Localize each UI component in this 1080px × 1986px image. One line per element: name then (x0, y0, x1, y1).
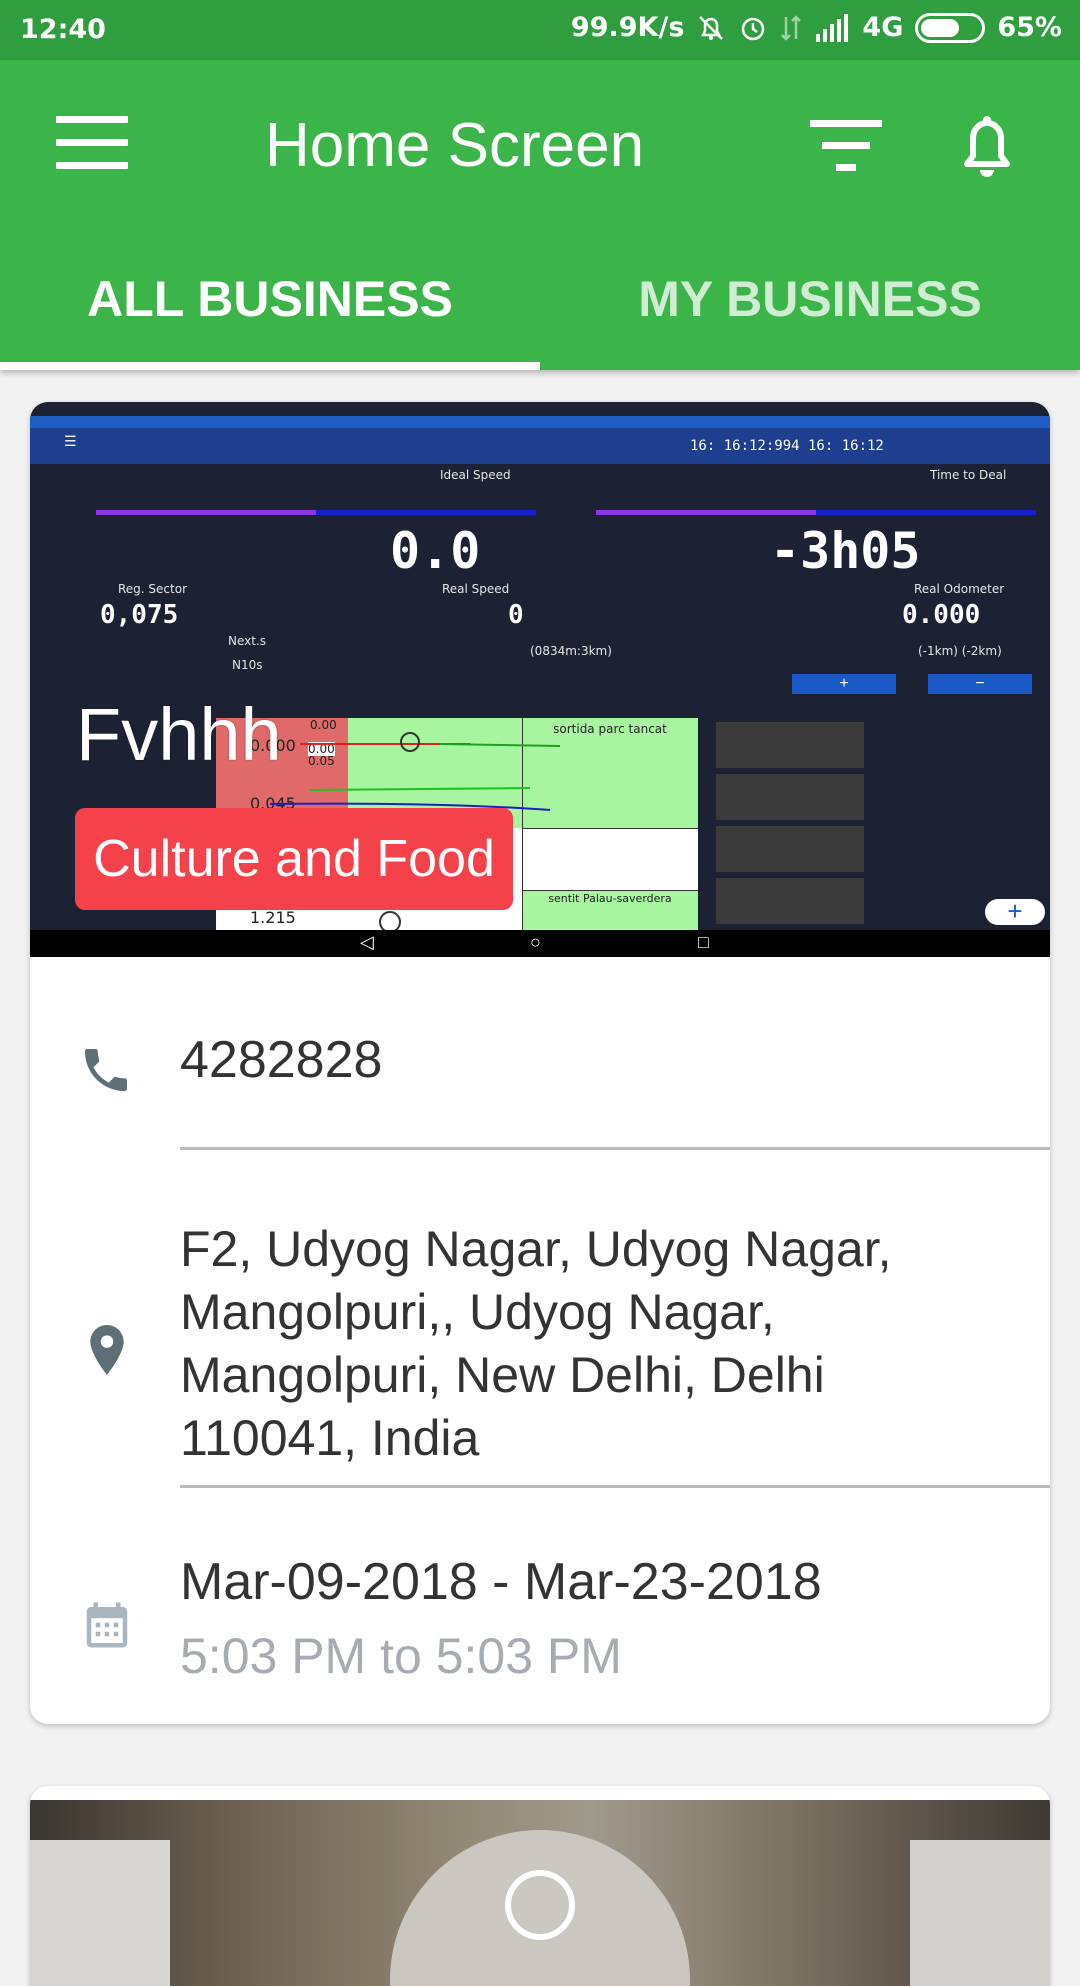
hero-next-label: Next.s (228, 634, 267, 648)
business-card[interactable]: ☰ 16: 16:12:994 16: 16:12 Ideal Speed Ti… (30, 402, 1050, 1724)
status-bar: 12:40 99.9K/s 4G 65% (0, 0, 1080, 60)
menu-icon[interactable] (56, 116, 132, 172)
hero-plus-round: + (985, 898, 1045, 925)
phone-icon (78, 1042, 134, 1103)
hero-time-to-deal-value: -3h05 (770, 522, 921, 580)
hero-bar (96, 510, 316, 515)
battery-percent: 65% (997, 12, 1062, 43)
category-badge: Culture and Food (75, 808, 513, 910)
hero-bike-thumb (716, 774, 864, 820)
hero-real-odometer-label: Real Odometer (914, 582, 1005, 596)
alarm-icon (738, 13, 768, 43)
event-date-range: Mar-09-2018 - Mar-23-2018 (180, 1553, 822, 1611)
status-icons: 99.9K/s 4G 65% (571, 12, 1062, 43)
business-name: Fvhhh (76, 693, 282, 776)
hero-reg-sector-label: Reg. Sector (118, 582, 188, 596)
hero-real-speed-value: 0 (508, 600, 524, 630)
phone-number[interactable]: 4282828 (180, 1030, 382, 1090)
hero-real-speed-label: Real Speed (442, 582, 510, 596)
network-type: 4G (862, 12, 904, 43)
hero-plus-button: + (792, 674, 896, 694)
hero-n10s-label: N10s (232, 658, 263, 672)
tab-indicator (0, 362, 540, 370)
hero-bar (816, 510, 1036, 515)
filter-icon[interactable] (808, 118, 884, 179)
network-speed: 99.9K/s (570, 12, 685, 43)
hero-ideal-speed-value: 0.0 (390, 522, 481, 580)
image-detail (505, 1870, 575, 1940)
image-detail (910, 1840, 1050, 1986)
divider (180, 1147, 1050, 1150)
event-time-range: 5:03 PM to 5:03 PM (180, 1628, 622, 1684)
page-title: Home Screen (265, 111, 645, 180)
hero-toolbar: ☰ 16: 16:12:994 16: 16:12 (30, 428, 1050, 464)
hero-range-center: (0834m:3km) (530, 644, 612, 658)
business-address[interactable]: F2, Udyog Nagar, Udyog Nagar, Mangolpuri… (180, 1218, 1000, 1470)
business-image (30, 1800, 1050, 1986)
bell-icon[interactable] (955, 110, 1019, 187)
hero-bar (316, 510, 536, 515)
hero-minus-button: − (928, 674, 1032, 694)
hero-bike-thumb (716, 826, 864, 872)
hero-navbar: ◁ ○ □ (30, 930, 1050, 957)
hero-ideal-speed-label: Ideal Speed (440, 468, 511, 482)
status-time: 12:40 (20, 14, 106, 45)
hero-bike-thumb (716, 722, 864, 768)
business-card[interactable] (30, 1786, 1050, 1986)
hero-time-to-deal-label: Time to Deal (930, 468, 1007, 482)
location-pin-icon (82, 1322, 132, 1383)
battery-fill (921, 18, 960, 37)
hero-range-right: (-1km) (-2km) (918, 644, 1002, 658)
hero-bike-thumb (716, 878, 864, 924)
data-arrows-icon (780, 13, 802, 43)
app-bar: Home Screen ALL BUSINESS MY BUSINESS (0, 60, 1080, 370)
hero-reg-sector-value: 0,075 (100, 600, 179, 630)
calendar-icon (80, 1598, 134, 1657)
mute-icon (696, 13, 726, 43)
hero-bar (596, 510, 816, 515)
hero-menu-icon: ☰ (64, 434, 77, 450)
tab-my-business[interactable]: MY BUSINESS (540, 270, 1080, 370)
hero-clock: 16: 16:12:994 16: 16:12 (690, 438, 884, 454)
battery-icon (915, 12, 986, 43)
hero-real-odometer-value: 0.000 (902, 600, 981, 630)
divider (180, 1485, 1050, 1488)
hero-status-strip (30, 416, 1050, 428)
signal-icon (814, 13, 850, 42)
tab-all-business[interactable]: ALL BUSINESS (0, 270, 540, 370)
image-detail (30, 1840, 170, 1986)
